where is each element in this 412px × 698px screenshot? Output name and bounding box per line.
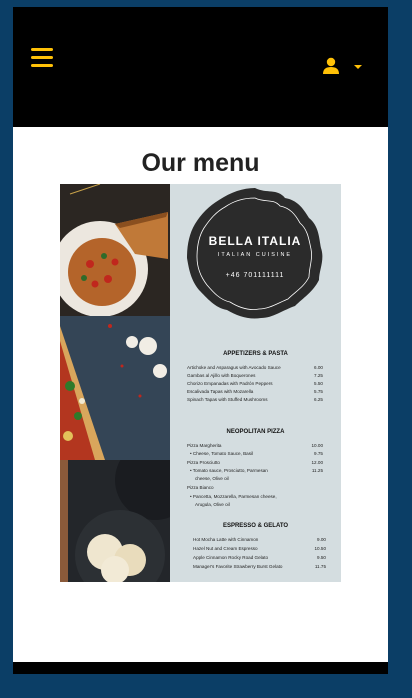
food-photos xyxy=(60,184,170,582)
menu-item-price: 10.00 xyxy=(311,443,324,448)
hamburger-icon xyxy=(31,48,53,51)
menu-item-price: 9.75 xyxy=(314,451,323,456)
menu-item-detail: cheese, Olive oil xyxy=(195,476,229,481)
pizza-photo xyxy=(60,316,170,460)
page-title: Our menu xyxy=(141,149,260,177)
footer-bar xyxy=(13,662,388,674)
menu-item-name: Chorizo Empanadas with Padrón Peppers xyxy=(187,381,273,386)
gelato-photo xyxy=(60,460,170,582)
menu-item-price: 9.00 xyxy=(317,537,326,542)
menu-item-price: 10.50 xyxy=(314,546,327,551)
menu-item-name: Hot Mocha Latte with Cinnamon xyxy=(193,537,259,542)
menu-item-name: Pizza Margherita xyxy=(187,443,222,448)
pasta-photo xyxy=(60,184,170,316)
hamburger-icon-bar xyxy=(31,56,53,59)
brand-name: BELLA ITALIA xyxy=(208,234,302,248)
section-title-pizza: NEOPOLITAN PIZZA xyxy=(226,429,285,435)
menu-item-name: Artichoke and Asparagus with Avocado Sau… xyxy=(187,365,281,370)
menu-item-name: Hazel Nut and Cream Espresso xyxy=(193,546,258,551)
menu-item-price: 5.50 xyxy=(314,381,323,386)
menu-item-price: 6.25 xyxy=(314,397,323,402)
hamburger-menu-button[interactable] xyxy=(31,48,53,68)
menu-item-name: Manager's Favorite Strawberry Burst Gela… xyxy=(193,564,283,569)
menu-item-detail: • Cheese, Tomato Sauce, Basil xyxy=(190,451,254,456)
menu-item-name: Pizza Prosciutto xyxy=(187,460,220,465)
menu-item-price: 11.75 xyxy=(314,564,326,569)
section-title-espresso: ESPRESSO & GELATO xyxy=(222,523,289,529)
menu-item-name: Gambas al Ajillo with Boquerones xyxy=(187,373,256,378)
menu-item-price: 6.00 xyxy=(314,365,323,370)
menu-item-detail: • Tomato sauce, Prosciutto, Parmesan xyxy=(190,468,268,473)
menu-item-name: Apple Cinnamon Rocky Road Gelato xyxy=(193,555,269,560)
menu-item-name: Spinach Tapas with Stuffed Mushrooms xyxy=(187,397,268,402)
brand-subtitle: ITALIAN CUISINE xyxy=(217,252,293,258)
menu-item-price: 7.25 xyxy=(314,373,323,378)
menu-item-price: 12.00 xyxy=(311,460,324,465)
menu-card-image: BELLA ITALIA ITALIAN CUISINE +46 7011111… xyxy=(60,184,341,582)
menu-item-price: 11.25 xyxy=(311,468,323,473)
menu-item-detail: • Pancetta, Mozzarella, Parmesan cheese, xyxy=(190,494,277,499)
menu-item-name: Escalivada Tapas with Mozarella xyxy=(187,389,254,394)
brand-phone: +46 701111111 xyxy=(225,272,285,279)
user-menu-button[interactable] xyxy=(322,57,364,77)
brand-badge: BELLA ITALIA ITALIAN CUISINE +46 7011111… xyxy=(185,186,325,322)
menu-item-name: Pizza Bianco xyxy=(187,485,214,490)
hamburger-icon-bar xyxy=(31,64,53,67)
menu-item-detail: Arugula, Olive oil xyxy=(195,502,230,507)
top-navbar xyxy=(13,7,388,127)
app-frame: Our menu BELLA ITALIA ITALIAN CUISINE +4… xyxy=(13,7,388,674)
menu-item-price: 9.50 xyxy=(317,555,326,560)
menu-panel: BELLA ITALIA ITALIAN CUISINE +46 7011111… xyxy=(170,184,341,582)
caret-down-icon xyxy=(354,65,362,69)
user-icon xyxy=(323,57,339,74)
section-title-appetizers: APPETIZERS & PASTA xyxy=(223,351,288,357)
menu-item-price: 5.75 xyxy=(314,389,323,394)
